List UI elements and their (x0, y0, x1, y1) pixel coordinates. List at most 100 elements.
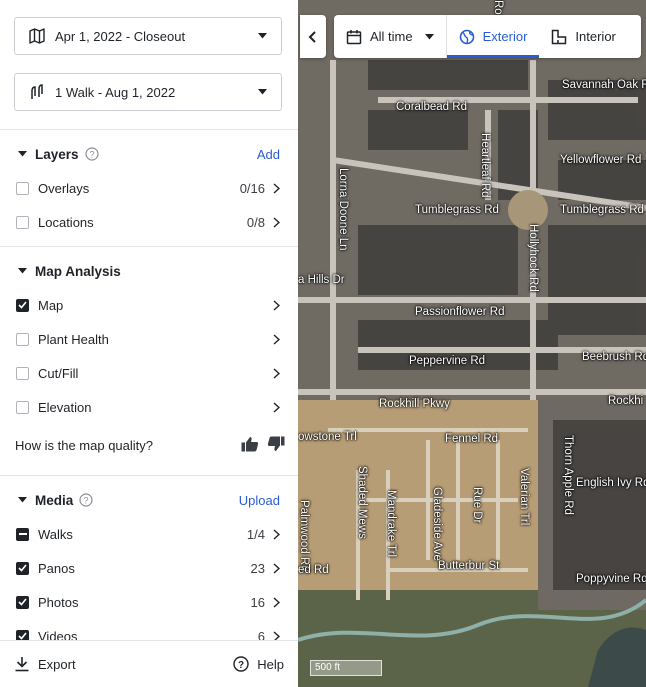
layers-title: Layers (35, 146, 79, 162)
collapse-sidebar-button[interactable] (300, 15, 326, 58)
divider (0, 246, 298, 247)
chevron-right-icon[interactable] (273, 333, 280, 345)
export-button[interactable]: Export (14, 656, 76, 672)
time-filter-label: All time (370, 29, 413, 44)
walk-select[interactable]: 1 Walk - Aug 1, 2022 (14, 73, 282, 111)
media-row-photos[interactable]: Photos 16 (16, 591, 280, 613)
help-label: Help (257, 656, 284, 672)
layer-row-locations[interactable]: Locations 0/8 (16, 211, 280, 233)
checkbox[interactable] (16, 400, 29, 414)
media-label: Panos (38, 560, 75, 576)
collapse-triangle-icon (18, 497, 27, 503)
thumbs-up-icon[interactable] (241, 436, 259, 455)
layer-row-overlays[interactable]: Overlays 0/16 (16, 177, 280, 199)
divider (0, 129, 298, 130)
street-label: Coralbead Rd (396, 101, 467, 113)
map-analysis-title: Map Analysis (35, 263, 121, 279)
checkbox[interactable] (16, 181, 29, 195)
analysis-row-elevation[interactable]: Elevation (16, 396, 280, 418)
analysis-label: Elevation (38, 399, 92, 415)
street-label: Beebrush Rd (582, 351, 646, 363)
add-layer-button[interactable]: Add (257, 147, 280, 162)
satellite-map[interactable]: Coralbead Rd Savannah Oak Rd Heartleaf R… (298, 0, 646, 687)
media-section-header[interactable]: Media ? Upload (18, 490, 280, 510)
download-icon (14, 656, 30, 672)
street-label: a Hills Dr (298, 274, 345, 286)
layer-label: Overlays (38, 180, 90, 196)
street-label: Tumblegrass Rd (415, 204, 499, 216)
svg-text:?: ? (89, 150, 94, 160)
help-circle-icon[interactable]: ? (79, 493, 93, 507)
chevron-right-icon[interactable] (273, 299, 280, 311)
street-label: Heartleaf Rd (479, 133, 491, 198)
checkbox-checked[interactable] (16, 298, 29, 312)
analysis-label: Cut/Fill (38, 365, 79, 381)
map-analysis-section-header[interactable]: Map Analysis (18, 261, 280, 281)
layers-section-header[interactable]: Layers ? Add (18, 144, 280, 164)
view-toolbar: All time Exterior Interior (334, 15, 641, 58)
analysis-row-plant-health[interactable]: Plant Health (16, 328, 280, 350)
street-label: Valerian Trl (518, 468, 530, 526)
help-circle-icon: ? (233, 656, 249, 672)
media-count: 16 (250, 594, 265, 610)
floorplan-icon (551, 29, 567, 45)
analysis-label: Map (38, 297, 64, 313)
upload-button[interactable]: Upload (239, 493, 280, 508)
chevron-right-icon[interactable] (273, 596, 280, 608)
street-label: Gladeside Ave (431, 487, 443, 561)
layer-count: 0/16 (239, 180, 265, 196)
checkbox[interactable] (16, 332, 29, 346)
street-label: Rockhill Pkwy (379, 398, 450, 410)
map-scale: 500 ft (310, 660, 382, 676)
chevron-right-icon[interactable] (273, 182, 280, 194)
time-filter-dropdown[interactable]: All time (334, 15, 446, 58)
media-count: 23 (250, 560, 265, 576)
media-row-walks[interactable]: Walks 1/4 (16, 523, 280, 545)
tab-interior[interactable]: Interior (539, 15, 627, 58)
checkbox[interactable] (16, 215, 29, 229)
media-row-panos[interactable]: Panos 23 (16, 557, 280, 579)
svg-text:?: ? (84, 496, 89, 506)
street-label: Peppervine Rd (409, 355, 486, 367)
analysis-row-cut-fill[interactable]: Cut/Fill (16, 362, 280, 384)
street-label: ed Rd (298, 564, 329, 576)
street-label: Savannah Oak Rd (562, 79, 646, 91)
caret-down-icon (258, 33, 267, 39)
checkbox-checked[interactable] (16, 595, 29, 609)
chevron-right-icon[interactable] (273, 401, 280, 413)
street-label: English Ivy Rd (576, 477, 646, 489)
street-label: Rue Dr (471, 487, 483, 524)
calendar-icon (346, 29, 362, 45)
help-button[interactable]: ? Help (233, 656, 284, 672)
media-count: 1/4 (246, 526, 265, 542)
chevron-right-icon[interactable] (273, 528, 280, 540)
street-label: Lorna Doone Ln (337, 168, 349, 251)
checkbox[interactable] (16, 366, 29, 380)
date-range-select[interactable]: Apr 1, 2022 - Closeout (14, 17, 282, 55)
sidebar-footer: Export ? Help (0, 640, 298, 687)
street-label: Thorn Apple Rd (562, 435, 574, 515)
thumbs-down-icon[interactable] (267, 436, 285, 455)
street-label: Hollyhock Rd (527, 224, 539, 292)
chevron-right-icon[interactable] (273, 562, 280, 574)
analysis-row-map[interactable]: Map (16, 294, 280, 316)
collapse-triangle-icon (18, 151, 27, 157)
street-label: Tumblegrass Rd (560, 204, 644, 216)
tab-interior-label: Interior (575, 29, 616, 44)
walk-value: 1 Walk - Aug 1, 2022 (55, 84, 176, 100)
footsteps-icon (29, 84, 45, 100)
caret-down-icon (258, 89, 267, 95)
map-quality-feedback: How is the map quality? (15, 434, 285, 456)
checkbox-indeterminate[interactable] (16, 527, 29, 541)
help-circle-icon[interactable]: ? (84, 147, 99, 161)
street-label: Mandrake Trl (385, 490, 397, 558)
tab-exterior[interactable]: Exterior (446, 15, 540, 58)
map-icon (29, 28, 45, 44)
chevron-right-icon[interactable] (273, 367, 280, 379)
street-label: owstone Trl (298, 431, 357, 443)
media-label: Photos (38, 594, 79, 610)
chevron-right-icon[interactable] (273, 216, 280, 228)
map-quality-question: How is the map quality? (15, 437, 154, 453)
checkbox-checked[interactable] (16, 561, 29, 575)
street-label: Butterbur St (438, 560, 500, 572)
